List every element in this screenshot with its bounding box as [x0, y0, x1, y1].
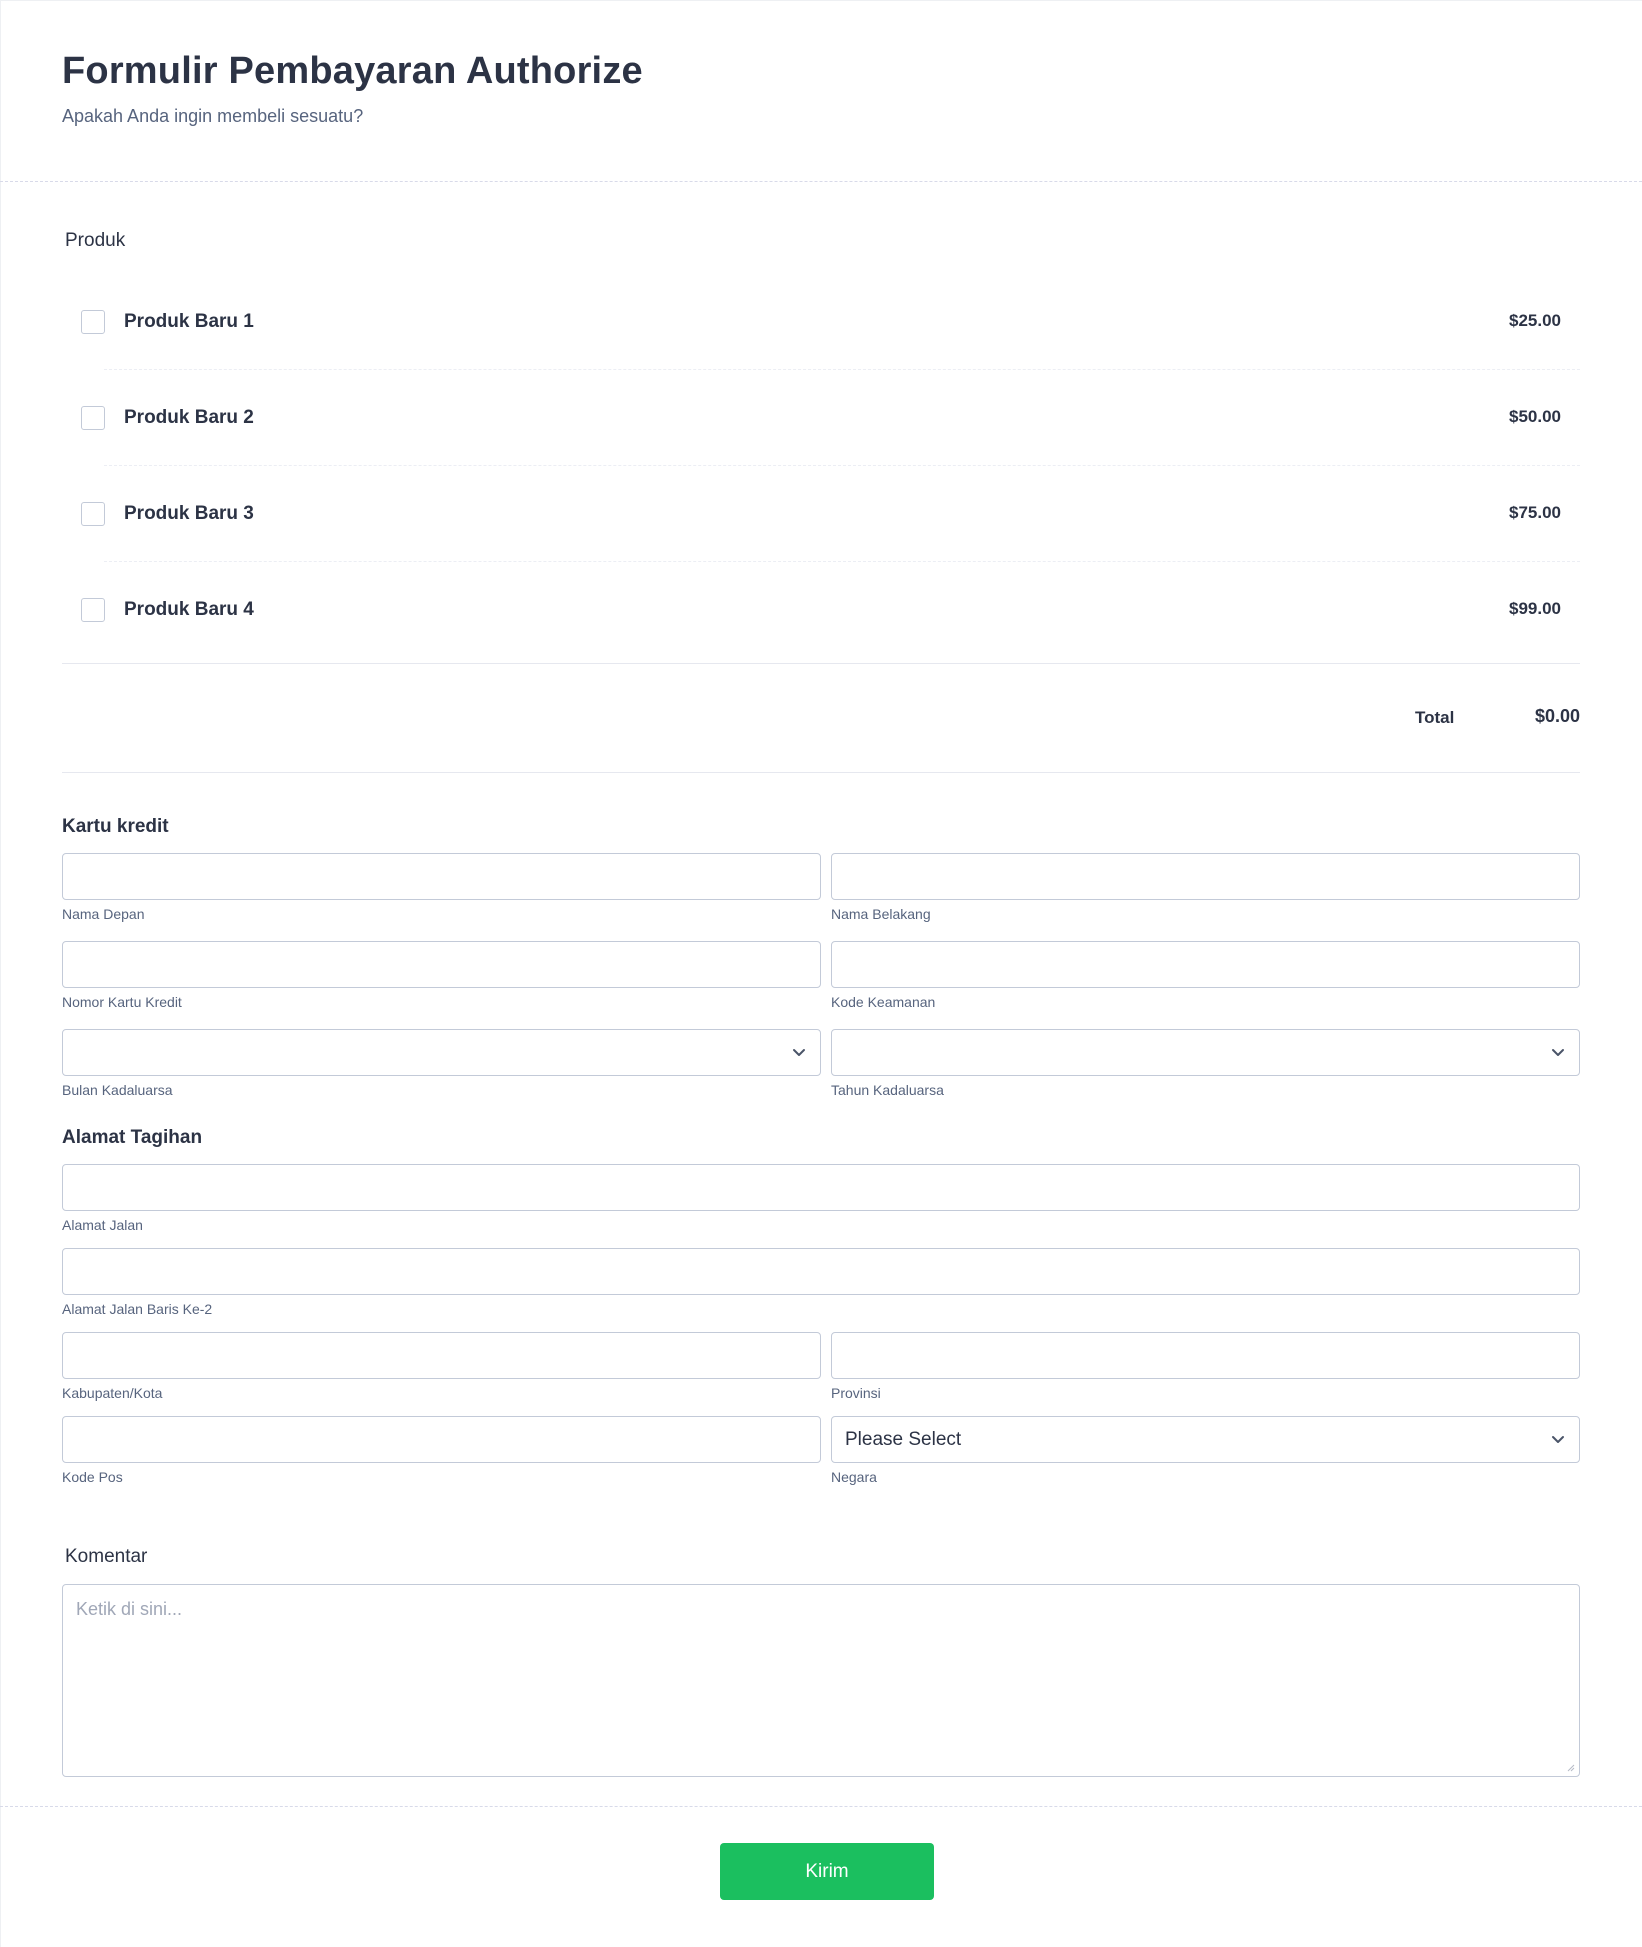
- products-divider: [62, 663, 1580, 664]
- product-checkbox[interactable]: [81, 502, 105, 526]
- total-divider: [62, 772, 1580, 773]
- form-subtitle: Apakah Anda ingin membeli sesuatu?: [62, 106, 364, 126]
- product-row: Produk Baru 1 $25.00: [62, 274, 1580, 370]
- resize-handle-icon[interactable]: [1565, 1762, 1575, 1772]
- street2-input[interactable]: [63, 1249, 1579, 1294]
- zip-field[interactable]: [62, 1416, 821, 1463]
- country-select[interactable]: Please Select: [831, 1416, 1580, 1463]
- last-name-label: Nama Belakang: [831, 906, 931, 922]
- last-name-input[interactable]: [832, 854, 1579, 899]
- comment-textarea[interactable]: Ketik di sini...: [62, 1584, 1580, 1777]
- city-field[interactable]: [62, 1332, 821, 1379]
- street-input[interactable]: [63, 1165, 1579, 1210]
- first-name-field[interactable]: [62, 853, 821, 900]
- product-price: $25.00: [1509, 311, 1561, 330]
- form-title: Formulir Pembayaran Authorize: [62, 50, 643, 92]
- product-name[interactable]: Produk Baru 2: [124, 407, 254, 429]
- exp-year-label: Tahun Kadaluarsa: [831, 1082, 944, 1098]
- total-value: $0.00: [1534, 706, 1580, 726]
- exp-year-select[interactable]: [831, 1029, 1580, 1076]
- first-name-input[interactable]: [63, 854, 820, 899]
- product-name[interactable]: Produk Baru 1: [124, 311, 254, 333]
- comment-placeholder: Ketik di sini...: [76, 1599, 183, 1619]
- product-row: Produk Baru 4 $99.00: [62, 562, 1580, 658]
- product-price: $75.00: [1509, 503, 1561, 522]
- product-price: $99.00: [1509, 599, 1561, 618]
- product-name[interactable]: Produk Baru 3: [124, 503, 254, 525]
- state-field[interactable]: [831, 1332, 1580, 1379]
- state-label: Provinsi: [831, 1385, 881, 1401]
- products-label: Produk: [65, 230, 126, 251]
- security-code-field[interactable]: [831, 941, 1580, 988]
- chevron-down-icon: [1552, 1436, 1564, 1443]
- credit-card-heading: Kartu kredit: [62, 816, 169, 837]
- security-code-label: Kode Keamanan: [831, 994, 936, 1010]
- total-label: Total: [1415, 708, 1455, 727]
- country-label: Negara: [831, 1469, 877, 1485]
- street2-label: Alamat Jalan Baris Ke-2: [62, 1301, 213, 1317]
- city-input[interactable]: [63, 1333, 820, 1378]
- comment-label: Komentar: [65, 1546, 148, 1567]
- street-field[interactable]: [62, 1164, 1580, 1211]
- header-divider: [0, 181, 1642, 182]
- billing-heading: Alamat Tagihan: [62, 1127, 203, 1148]
- state-input[interactable]: [832, 1333, 1579, 1378]
- product-checkbox[interactable]: [81, 310, 105, 334]
- security-code-input[interactable]: [832, 942, 1579, 987]
- last-name-field[interactable]: [831, 853, 1580, 900]
- product-row: Produk Baru 2 $50.00: [62, 370, 1580, 466]
- chevron-down-icon: [1552, 1049, 1564, 1056]
- first-name-label: Nama Depan: [62, 906, 145, 922]
- city-label: Kabupaten/Kota: [62, 1385, 163, 1401]
- street-label: Alamat Jalan: [62, 1217, 143, 1233]
- product-checkbox[interactable]: [81, 406, 105, 430]
- zip-label: Kode Pos: [62, 1469, 123, 1485]
- footer-divider: [0, 1806, 1642, 1807]
- exp-month-select[interactable]: [62, 1029, 821, 1076]
- exp-month-label: Bulan Kadaluarsa: [62, 1082, 173, 1098]
- card-number-label: Nomor Kartu Kredit: [62, 994, 182, 1010]
- card-number-field[interactable]: [62, 941, 821, 988]
- product-checkbox[interactable]: [81, 598, 105, 622]
- street2-field[interactable]: [62, 1248, 1580, 1295]
- product-price: $50.00: [1509, 407, 1561, 426]
- country-value: Please Select: [845, 1429, 962, 1450]
- product-name[interactable]: Produk Baru 4: [124, 599, 254, 621]
- zip-input[interactable]: [63, 1417, 820, 1462]
- submit-button[interactable]: Kirim: [720, 1843, 934, 1900]
- chevron-down-icon: [793, 1049, 805, 1056]
- card-number-input[interactable]: [63, 942, 820, 987]
- product-row: Produk Baru 3 $75.00: [62, 466, 1580, 562]
